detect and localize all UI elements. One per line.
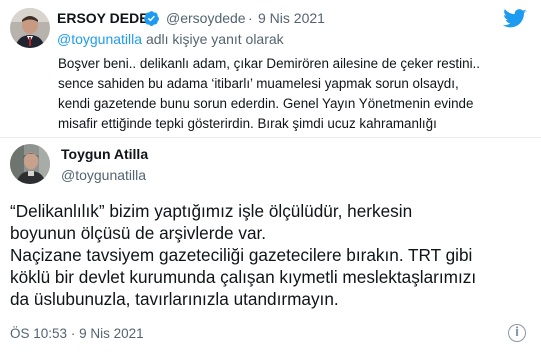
toygun-atilla-avatar[interactable] [10, 144, 50, 184]
main-body-line: da üslubunuzla, tavırlarınızla utandırma… [10, 289, 339, 309]
reply-mention-link[interactable]: @toygunatilla [57, 31, 142, 47]
main-author-handle[interactable]: @toygunatilla [61, 167, 146, 183]
reply-context: @toygunatilla adlı kişiye yanıt olarak [57, 31, 284, 47]
reply-context-text: adlı kişiye yanıt olarak [145, 31, 284, 47]
verified-badge-icon [144, 11, 159, 26]
quoted-author-name[interactable]: ERSOY DEDE [57, 10, 149, 26]
tweet-timestamp-row: ÖS 10:53 · 9 Nis 2021 [10, 326, 144, 341]
quoted-separator: · [248, 10, 253, 26]
tweet-time-separator: · [70, 326, 76, 341]
main-body-line: “Delikanlılık” bizim yaptığımız işle ölç… [10, 201, 413, 221]
quoted-body-line: misafir ettiğinde tepki gösterirdin. Bır… [58, 116, 437, 131]
main-body-line: köklü bir devlet kurumunda çalışan kıyme… [10, 267, 477, 287]
quoted-body-line: sence sahiden bu adama ‘itibarlı’ muamel… [58, 76, 459, 91]
ersoy-dede-avatar[interactable] [10, 8, 50, 48]
tweet-time[interactable]: ÖS 10:53 [10, 326, 67, 341]
quoted-date[interactable]: 9 Nis 2021 [258, 10, 325, 26]
info-icon-glyph: i [514, 325, 520, 339]
twitter-bird-icon[interactable] [503, 9, 527, 29]
info-icon[interactable]: i [508, 324, 526, 342]
quoted-body-line: kendi gazetende bunu sorun ederdin. Gene… [58, 96, 474, 111]
quoted-tweet-body: Boşver beni.. delikanlı adam, çıkar Demi… [58, 54, 480, 134]
tweet-divider [0, 137, 541, 138]
main-body-line: Naçizane tavsiyem gazeteciliği gazetecil… [10, 245, 473, 265]
main-tweet-body: “Delikanlılık” bizim yaptığımız işle ölç… [10, 201, 535, 311]
main-body-line: boyunun ölçüsü de arşivlerde var. [10, 223, 267, 243]
quoted-body-line: Boşver beni.. delikanlı adam, çıkar Demi… [58, 56, 480, 71]
tweet-date[interactable]: 9 Nis 2021 [79, 326, 144, 341]
quoted-author-handle[interactable]: @ersoydede [166, 10, 246, 26]
main-author-name[interactable]: Toygun Atilla [61, 146, 148, 162]
